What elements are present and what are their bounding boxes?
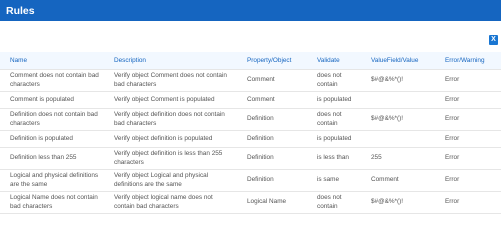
- page-header: Rules: [0, 0, 501, 21]
- cell-property-object: Comment: [237, 91, 307, 109]
- table-row[interactable]: Definition does not contain bad characte…: [0, 108, 501, 131]
- table-row[interactable]: Logical Name does not contain bad charac…: [0, 191, 501, 214]
- cell-value: Comment: [361, 169, 435, 192]
- cell-error-warning: Error: [435, 169, 501, 192]
- cell-error-warning: Error: [435, 108, 501, 131]
- cell-description: Verify object definition does not contai…: [104, 108, 237, 131]
- cell-description: Verify object Logical and physical defin…: [104, 169, 237, 192]
- cell-property-object: Definition: [237, 147, 307, 170]
- toolbar: X: [0, 21, 501, 52]
- cell-value: $#@&%*()!: [361, 191, 435, 214]
- cell-error-warning: Error: [435, 191, 501, 214]
- cell-validate: is populated: [307, 130, 361, 148]
- cell-property-object: Definition: [237, 108, 307, 131]
- column-header-valuefield-value[interactable]: ValueField/Value: [361, 52, 435, 70]
- cell-property-object: Definition: [237, 130, 307, 148]
- cell-validate: is same: [307, 169, 361, 192]
- table-row[interactable]: Definition is populated Verify object de…: [0, 130, 501, 148]
- cell-error-warning: Error: [435, 91, 501, 109]
- cell-description: Verify object definition is populated: [104, 130, 237, 148]
- cell-validate: does not contain: [307, 69, 361, 92]
- cell-validate: is populated: [307, 91, 361, 109]
- cell-property-object: Definition: [237, 169, 307, 192]
- cell-value: 255: [361, 147, 435, 170]
- cell-description: Verify object logical name does not cont…: [104, 191, 237, 214]
- table-row[interactable]: Logical and physical definitions are the…: [0, 169, 501, 192]
- cell-description: Verify object definition is less than 25…: [104, 147, 237, 170]
- cell-value: $#@&%*()!: [361, 69, 435, 92]
- table-row[interactable]: Definition less than 255 Verify object d…: [0, 147, 501, 170]
- cell-property-object: Logical Name: [237, 191, 307, 214]
- table-header-row: Name Description Property/Object Validat…: [0, 52, 501, 70]
- cell-value: $#@&%*()!: [361, 108, 435, 131]
- cell-validate: does not contain: [307, 108, 361, 131]
- page-title: Rules: [6, 5, 35, 17]
- cell-description: Verify object Comment does not contain b…: [104, 69, 237, 92]
- table-row[interactable]: Comment is populated Verify object Comme…: [0, 91, 501, 109]
- cell-name: Definition is populated: [0, 130, 104, 148]
- cell-name: Logical Name does not contain bad charac…: [0, 191, 104, 214]
- cell-error-warning: Error: [435, 130, 501, 148]
- cell-value: [361, 130, 435, 148]
- cell-property-object: Comment: [237, 69, 307, 92]
- column-header-name[interactable]: Name: [0, 52, 104, 70]
- cell-validate: is less than: [307, 147, 361, 170]
- cell-name: Comment does not contain bad characters: [0, 69, 104, 92]
- column-header-property-object[interactable]: Property/Object: [237, 52, 307, 70]
- column-header-error-warning[interactable]: Error/Warning: [435, 52, 501, 70]
- column-header-description[interactable]: Description: [104, 52, 237, 70]
- cell-name: Logical and physical definitions are the…: [0, 169, 104, 192]
- cell-error-warning: Error: [435, 69, 501, 92]
- rules-table: Name Description Property/Object Validat…: [0, 52, 501, 214]
- table-row[interactable]: Comment does not contain bad characters …: [0, 69, 501, 92]
- cell-error-warning: Error: [435, 147, 501, 170]
- cell-validate: does not contain: [307, 191, 361, 214]
- cell-name: Definition does not contain bad characte…: [0, 108, 104, 131]
- cell-name: Definition less than 255: [0, 147, 104, 170]
- cell-value: [361, 91, 435, 109]
- cell-name: Comment is populated: [0, 91, 104, 109]
- export-excel-icon[interactable]: X: [489, 35, 498, 45]
- column-header-validate[interactable]: Validate: [307, 52, 361, 70]
- cell-description: Verify object Comment is populated: [104, 91, 237, 109]
